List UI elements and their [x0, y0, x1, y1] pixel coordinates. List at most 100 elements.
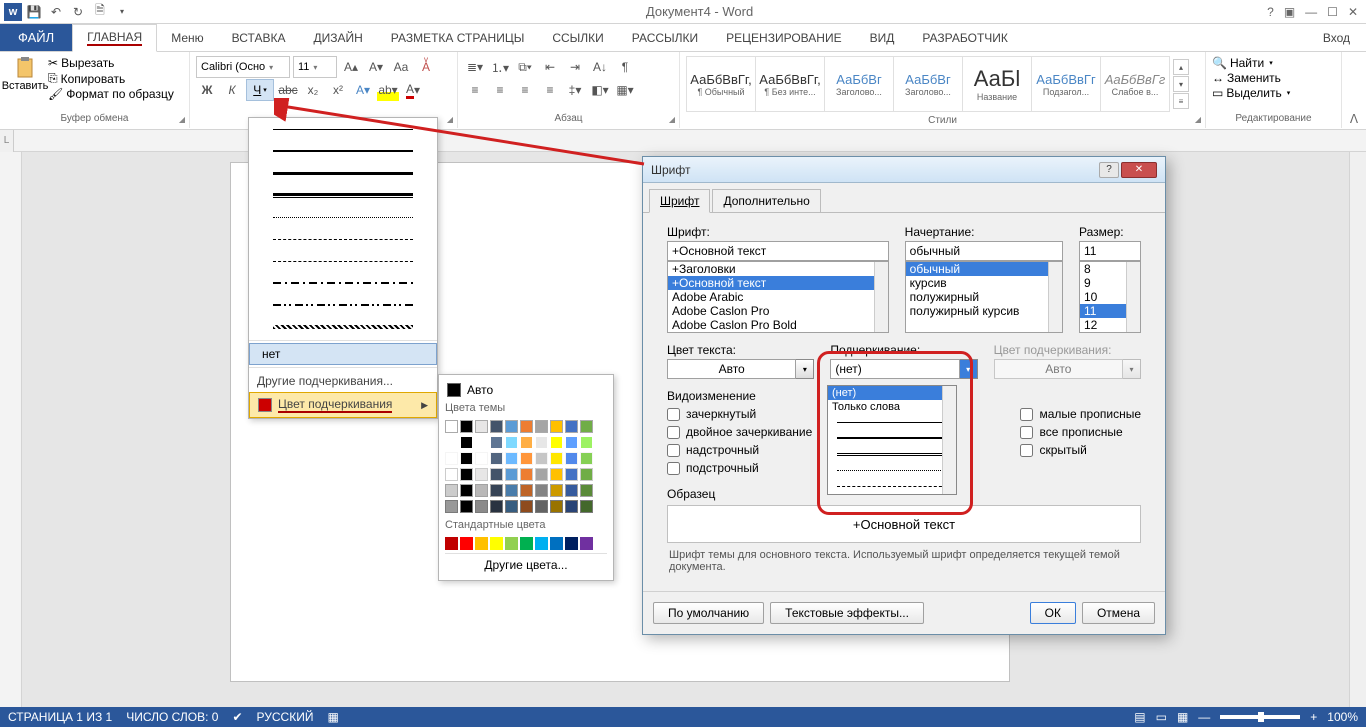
- ul-option-dashed[interactable]: [828, 478, 956, 494]
- zoom-slider[interactable]: [1220, 715, 1300, 719]
- color-swatch[interactable]: [580, 468, 593, 481]
- save-icon[interactable]: 💾: [24, 2, 44, 22]
- color-swatch[interactable]: [550, 468, 563, 481]
- color-swatch[interactable]: [535, 500, 548, 513]
- dialog-tab-font[interactable]: Шрифт: [649, 189, 710, 213]
- list-item[interactable]: полужирный курсив: [906, 304, 1062, 318]
- redo-icon[interactable]: ↻: [68, 2, 88, 22]
- list-item[interactable]: Adobe Caslon Pro Bold: [668, 318, 888, 332]
- color-swatch[interactable]: [550, 420, 563, 433]
- color-swatch[interactable]: [505, 420, 518, 433]
- maximize-icon[interactable]: ☐: [1327, 5, 1338, 19]
- paragraph-launcher-icon[interactable]: ◢: [666, 115, 678, 127]
- cut-button[interactable]: ✂Вырезать: [48, 56, 174, 70]
- ul-option-none[interactable]: (нет): [828, 386, 956, 400]
- color-swatch[interactable]: [550, 452, 563, 465]
- view-web-icon[interactable]: ▦: [1177, 710, 1188, 724]
- style-item[interactable]: АаБбВгЗаголово...: [893, 56, 963, 112]
- ul-option-thick[interactable]: [828, 430, 956, 446]
- shading-icon[interactable]: ◧▾: [589, 79, 611, 101]
- style-more-icon[interactable]: ≡: [1173, 93, 1189, 109]
- font-name-combo[interactable]: Calibri (Осно: [196, 56, 290, 78]
- color-swatch[interactable]: [520, 537, 533, 550]
- login-link[interactable]: Вход: [1323, 24, 1366, 51]
- color-swatch[interactable]: [475, 420, 488, 433]
- ribbon-options-icon[interactable]: ▣: [1284, 5, 1295, 19]
- ul-option-words[interactable]: Только слова: [828, 400, 956, 414]
- tab-developer[interactable]: РАЗРАБОТЧИК: [908, 24, 1022, 51]
- dialog-tab-advanced[interactable]: Дополнительно: [712, 189, 820, 212]
- color-swatch[interactable]: [475, 500, 488, 513]
- color-swatch[interactable]: [550, 500, 563, 513]
- tab-references[interactable]: ССЫЛКИ: [538, 24, 617, 51]
- undo-icon[interactable]: ↶: [46, 2, 66, 22]
- ul-option-dotted[interactable]: [828, 462, 956, 478]
- color-swatch[interactable]: [460, 468, 473, 481]
- color-swatch[interactable]: [490, 537, 503, 550]
- format-painter-button[interactable]: 🖌Формат по образцу: [48, 87, 174, 101]
- paste-button[interactable]: Вставить: [4, 54, 46, 112]
- color-swatch[interactable]: [520, 420, 533, 433]
- font-listbox[interactable]: +Заголовки+Основной текстAdobe ArabicAdo…: [667, 261, 889, 333]
- strike-icon[interactable]: abc: [277, 79, 299, 101]
- color-swatch[interactable]: [535, 484, 548, 497]
- color-swatch[interactable]: [475, 468, 488, 481]
- font-launcher-icon[interactable]: ◢: [444, 115, 456, 127]
- color-swatch[interactable]: [580, 436, 593, 449]
- underline-style-dbldotdash[interactable]: [249, 294, 437, 316]
- underline-style-dotdash[interactable]: [249, 272, 437, 294]
- style-item[interactable]: АаБбВвГг,¶ Без инте...: [755, 56, 825, 112]
- color-swatch[interactable]: [565, 537, 578, 550]
- color-swatch[interactable]: [565, 452, 578, 465]
- color-swatch[interactable]: [520, 484, 533, 497]
- default-button[interactable]: По умолчанию: [653, 602, 764, 624]
- text-effects-button[interactable]: Текстовые эффекты...: [770, 602, 924, 624]
- color-swatch[interactable]: [490, 500, 503, 513]
- color-swatch[interactable]: [505, 484, 518, 497]
- list-item[interactable]: полужирный: [906, 290, 1062, 304]
- effect-checkbox[interactable]: все прописные: [1020, 423, 1141, 441]
- superscript-icon[interactable]: x²: [327, 79, 349, 101]
- color-swatch[interactable]: [550, 484, 563, 497]
- style-item[interactable]: АаБбВвГгСлабое в...: [1100, 56, 1170, 112]
- clear-format-icon[interactable]: Aͮ: [415, 56, 437, 78]
- color-swatch[interactable]: [550, 436, 563, 449]
- text-color-combo[interactable]: Авто▾: [667, 359, 814, 379]
- tab-insert[interactable]: ВСТАВКА: [218, 24, 300, 51]
- underline-button[interactable]: Ч▾: [246, 79, 274, 101]
- color-swatch[interactable]: [445, 420, 458, 433]
- style-item[interactable]: АаБбВвГг,¶ Обычный: [686, 56, 756, 112]
- effect-checkbox[interactable]: надстрочный: [667, 441, 812, 459]
- color-swatch[interactable]: [460, 452, 473, 465]
- line-spacing-icon[interactable]: ‡▾: [564, 79, 586, 101]
- multilevel-list-icon[interactable]: ⧉▾: [514, 56, 536, 78]
- align-left-icon[interactable]: ≡: [464, 79, 486, 101]
- style-item[interactable]: АаБlНазвание: [962, 56, 1032, 112]
- underline-style-wave[interactable]: [249, 316, 437, 338]
- scrollbar[interactable]: [874, 262, 888, 332]
- color-swatch[interactable]: [505, 436, 518, 449]
- dialog-help-icon[interactable]: ?: [1099, 162, 1119, 178]
- ul-option-double[interactable]: [828, 446, 956, 462]
- style-scroll-down-icon[interactable]: ▾: [1173, 76, 1189, 92]
- color-swatch[interactable]: [490, 436, 503, 449]
- effect-checkbox[interactable]: подстрочный: [667, 459, 812, 477]
- tab-review[interactable]: РЕЦЕНЗИРОВАНИЕ: [712, 24, 855, 51]
- close-icon[interactable]: ✕: [1348, 5, 1358, 19]
- color-swatch[interactable]: [475, 452, 488, 465]
- list-item[interactable]: Adobe Caslon Pro: [668, 304, 888, 318]
- ok-button[interactable]: ОК: [1030, 602, 1076, 624]
- color-swatch[interactable]: [520, 436, 533, 449]
- tab-home[interactable]: ГЛАВНАЯ: [72, 24, 157, 52]
- color-swatch[interactable]: [520, 452, 533, 465]
- color-swatch[interactable]: [505, 468, 518, 481]
- new-doc-icon[interactable]: 🗎: [90, 2, 110, 22]
- color-swatch[interactable]: [505, 537, 518, 550]
- color-swatch[interactable]: [490, 484, 503, 497]
- tab-menu[interactable]: Меню: [157, 24, 217, 51]
- select-button[interactable]: ▭Выделить▾: [1212, 86, 1335, 100]
- list-item[interactable]: +Заголовки: [668, 262, 888, 276]
- underline-color-submenu[interactable]: Цвет подчеркивания ▶: [249, 392, 437, 418]
- scrollbar[interactable]: [1048, 262, 1062, 332]
- effect-checkbox[interactable]: скрытый: [1020, 441, 1141, 459]
